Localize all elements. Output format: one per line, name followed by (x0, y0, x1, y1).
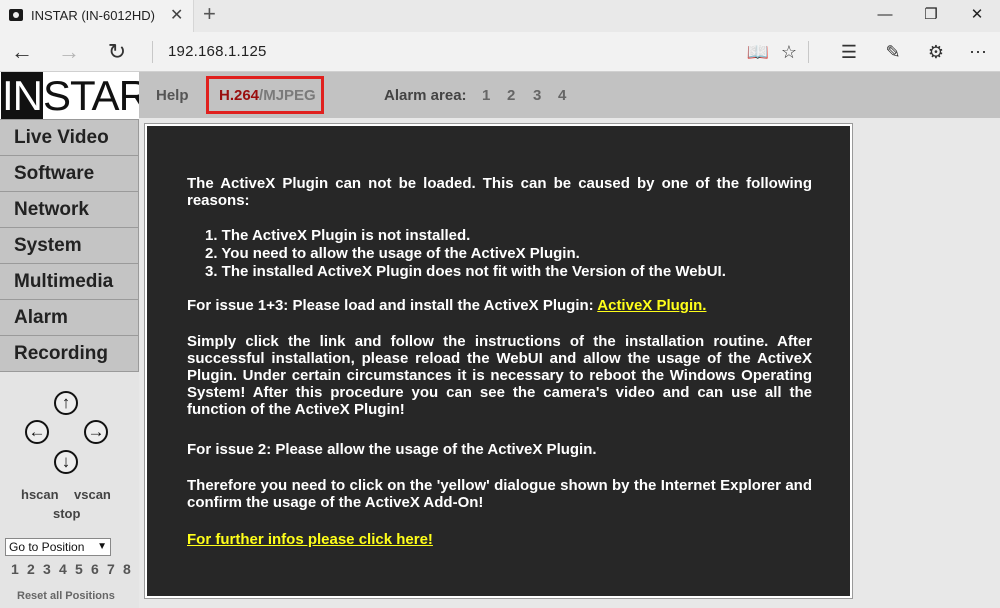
address-separator (152, 41, 153, 63)
reset-positions-link[interactable]: Reset all Positions (17, 590, 115, 602)
ptz-left-arrow-icon[interactable]: ← (25, 420, 49, 444)
menu-label: Recording (14, 343, 108, 364)
activex-plugin-link[interactable]: ActiveX Plugin. (597, 297, 706, 314)
minimize-icon[interactable]: — (862, 0, 908, 32)
toolbar-separator (808, 41, 809, 63)
close-window-icon[interactable]: ✕ (954, 0, 1000, 32)
stop-button[interactable]: stop (53, 506, 80, 521)
hub-icon[interactable]: ☰ (832, 36, 866, 68)
reading-view-icon[interactable]: 📖 (741, 36, 775, 68)
issue-1-3-prefix: For issue 1+3: Please load and install t… (187, 297, 598, 314)
position-1[interactable]: 1 (11, 561, 19, 577)
menu-label: Network (14, 199, 89, 220)
share-icon[interactable]: ⚙ (919, 36, 953, 68)
instar-logo: INSTAR (0, 72, 149, 120)
sidebar: Live Video Software Network System Multi… (0, 120, 139, 608)
logo-part-star: STAR (43, 72, 149, 119)
menu-label: System (14, 235, 82, 256)
menu-label: Live Video (14, 127, 109, 148)
menu-multimedia[interactable]: Multimedia (0, 264, 139, 300)
codec-switch: H.264/MJPEG (219, 87, 316, 104)
maximize-icon[interactable]: ❐ (908, 0, 954, 32)
dropdown-chevron-icon: ▼ (97, 541, 107, 552)
position-3[interactable]: 3 (43, 561, 51, 577)
browser-toolbar: ← → ↻ 192.168.1.125 📖 ☆ ☰ ✎ ⚙ ⋯ (0, 32, 1000, 72)
position-8[interactable]: 8 (123, 561, 131, 577)
camera-webui: INSTAR Help H.264/MJPEG Alarm area: 1 2 … (0, 72, 1000, 608)
instructions-text: Simply click the link and follow the ins… (187, 333, 812, 418)
camera-favicon-icon (9, 9, 23, 21)
menu-system[interactable]: System (0, 228, 139, 264)
position-2[interactable]: 2 (27, 561, 35, 577)
menu-recording[interactable]: Recording (0, 336, 139, 372)
menu-network[interactable]: Network (0, 192, 139, 228)
position-5[interactable]: 5 (75, 561, 83, 577)
further-info-text: For further infos please click here! (187, 531, 812, 548)
position-4[interactable]: 4 (59, 561, 67, 577)
menu-alarm[interactable]: Alarm (0, 300, 139, 336)
tab-title: INSTAR (IN-6012HD) (31, 8, 156, 23)
menu-label: Software (14, 163, 95, 184)
alarm-area-1[interactable]: 1 (482, 87, 490, 104)
alarm-area-2[interactable]: 2 (507, 87, 515, 104)
position-7[interactable]: 7 (107, 561, 115, 577)
go-to-position-select[interactable]: Go to Position ▼ (5, 538, 111, 556)
codec-mjpeg-link[interactable]: MJPEG (263, 87, 316, 104)
vscan-button[interactable]: vscan (74, 487, 111, 502)
therefore-text: Therefore you need to click on the 'yell… (187, 477, 812, 511)
web-note-icon[interactable]: ✎ (876, 36, 910, 68)
reason-1: 1. The ActiveX Plugin is not installed. (205, 227, 471, 244)
logo-part-in: IN (1, 72, 43, 119)
forward-icon[interactable]: → (52, 36, 86, 68)
more-icon[interactable]: ⋯ (961, 36, 995, 68)
ptz-up-arrow-icon[interactable]: ↑ (54, 391, 78, 415)
alarm-area-4[interactable]: 4 (558, 87, 566, 104)
go-to-position-value: Go to Position (9, 540, 85, 554)
issue-2-text: For issue 2: Please allow the usage of t… (187, 441, 597, 458)
menu-software[interactable]: Software (0, 156, 139, 192)
refresh-icon[interactable]: ↻ (100, 36, 134, 68)
menu-label: Alarm (14, 307, 68, 328)
activex-error-panel: The ActiveX Plugin can not be loaded. Th… (144, 123, 853, 599)
reason-2: 2. You need to allow the usage of the Ac… (205, 245, 580, 262)
ptz-down-arrow-icon[interactable]: ↓ (54, 450, 78, 474)
ptz-right-arrow-icon[interactable]: → (84, 420, 108, 444)
menu-live-video[interactable]: Live Video (0, 120, 139, 156)
menu-label: Multimedia (14, 271, 114, 292)
tab-close-icon[interactable]: ✕ (170, 5, 183, 25)
favorite-star-icon[interactable]: ☆ (772, 36, 806, 68)
further-info-link[interactable]: For further infos please click here! (187, 531, 433, 548)
issue-1-3-text: For issue 1+3: Please load and install t… (187, 297, 812, 314)
position-6[interactable]: 6 (91, 561, 99, 577)
top-navigation: Help H.264/MJPEG Alarm area: 1 2 3 4 (139, 72, 1000, 118)
browser-tabbar: INSTAR (IN-6012HD) ✕ + — ❐ ✕ (0, 0, 1000, 32)
alarm-area-3[interactable]: 3 (533, 87, 541, 104)
reason-3: 3. The installed ActiveX Plugin does not… (205, 263, 726, 280)
intro-text: The ActiveX Plugin can not be loaded. Th… (187, 175, 812, 209)
codec-h264-link[interactable]: H.264 (219, 87, 259, 104)
address-bar[interactable]: 192.168.1.125 (168, 43, 267, 60)
new-tab-icon[interactable]: + (203, 2, 216, 26)
alarm-area-label: Alarm area: (384, 87, 467, 104)
codec-switch-highlight: H.264/MJPEG (206, 76, 324, 114)
browser-tab[interactable]: INSTAR (IN-6012HD) ✕ (0, 0, 194, 32)
back-icon[interactable]: ← (5, 36, 39, 68)
help-link[interactable]: Help (156, 87, 189, 104)
hscan-button[interactable]: hscan (21, 487, 59, 502)
